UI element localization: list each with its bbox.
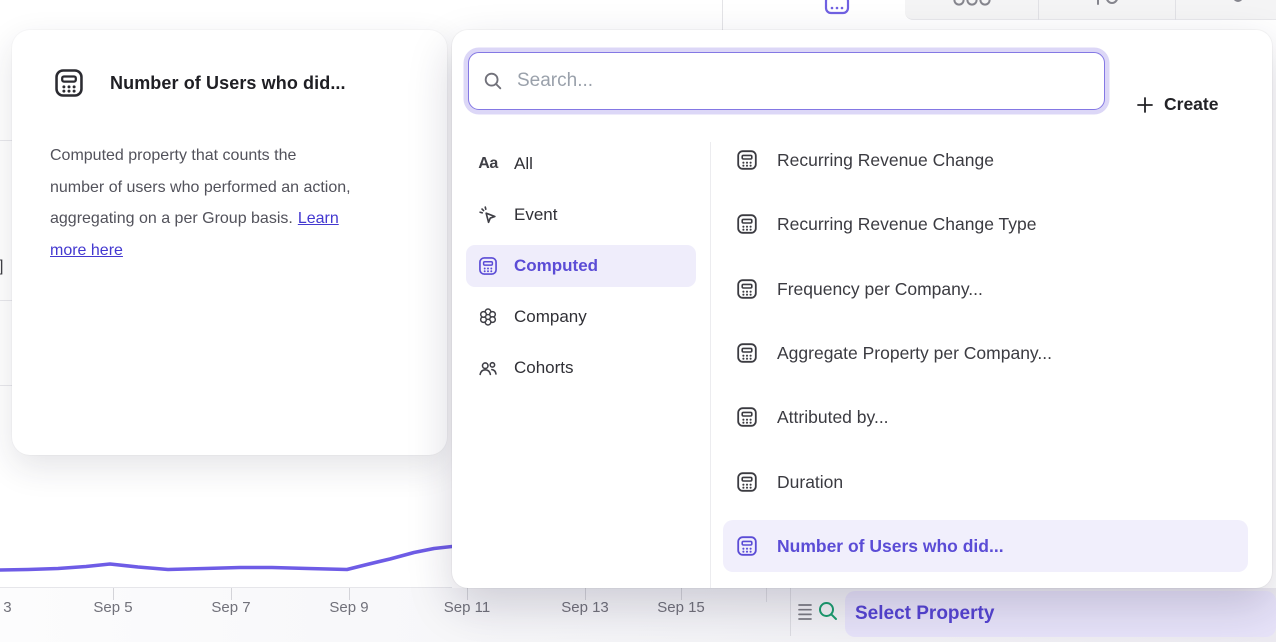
clipped-background-text: y] [0, 258, 3, 276]
property-item-selected[interactable]: Number of Users who did... [723, 520, 1248, 572]
category-label: Cohorts [514, 358, 574, 378]
property-item[interactable]: Frequency per Company... [723, 263, 1248, 315]
category-label: Company [514, 307, 587, 327]
create-button[interactable]: Create [1136, 94, 1218, 115]
property-label: Number of Users who did... [777, 536, 1004, 557]
create-label: Create [1164, 94, 1218, 115]
screen: y] Sep 3 Sep 5 Sep 7 Sep 9 Sep 11 Sep 13… [0, 0, 1276, 642]
text-format-icon: Aa [477, 153, 499, 175]
x-axis-label: Sep 11 [444, 599, 490, 616]
category-computed[interactable]: Computed [466, 245, 696, 287]
calculator-icon [735, 148, 759, 172]
category-label: Computed [514, 256, 598, 276]
property-search-icon [816, 599, 840, 623]
search-input[interactable] [468, 52, 1105, 110]
category-label: Event [514, 205, 557, 225]
plus-icon [1136, 96, 1154, 114]
background-divider [790, 588, 791, 636]
property-label: Recurring Revenue Change [777, 150, 994, 171]
chart-type-tabs [768, 0, 1276, 20]
property-item[interactable]: Duration [723, 456, 1248, 508]
table-chart-icon [823, 0, 851, 18]
property-picker-panel: Create Aa All Event Computed Company Coh… [452, 30, 1272, 588]
property-item[interactable]: Recurring Revenue Change Type [723, 198, 1248, 250]
category-all[interactable]: Aa All [466, 143, 696, 185]
property-label: Frequency per Company... [777, 279, 983, 300]
tab-circles[interactable] [905, 0, 1038, 20]
flag-icon [1231, 0, 1245, 10]
select-property-button[interactable]: Select Property [845, 591, 1276, 637]
category-company[interactable]: Company [466, 296, 696, 338]
x-axis-label: Sep 3 [0, 599, 12, 616]
category-label: All [514, 154, 533, 174]
line-chart [0, 518, 452, 590]
category-cohorts[interactable]: Cohorts [466, 347, 696, 389]
property-label: Attributed by... [777, 407, 889, 428]
property-item[interactable]: Attributed by... [723, 391, 1248, 443]
x-axis-label: Sep 9 [329, 599, 368, 616]
cursor-click-icon [477, 204, 499, 226]
tab-curve[interactable] [1038, 0, 1175, 20]
description-line: aggregating on a per Group basis.Learn [50, 203, 435, 235]
x-axis-label: Sep 7 [211, 599, 250, 616]
calculator-icon [735, 341, 759, 365]
tooltip-title: Number of Users who did... [110, 73, 346, 94]
tooltip-description: Computed property that counts the number… [50, 140, 435, 266]
calculator-icon [477, 255, 499, 277]
background-divider [766, 588, 767, 602]
property-tooltip-card: Number of Users who did... Computed prop… [12, 30, 447, 455]
property-item[interactable]: Recurring Revenue Change [723, 134, 1248, 186]
tab-table-chart[interactable] [768, 0, 905, 20]
company-cluster-icon [477, 306, 499, 328]
calculator-icon [735, 470, 759, 494]
background-divider [722, 0, 723, 30]
background-divider [0, 300, 12, 301]
calculator-icon [735, 277, 759, 301]
category-event[interactable]: Event [466, 194, 696, 236]
tab-flag[interactable] [1175, 0, 1276, 20]
x-axis-label: Sep 13 [561, 599, 609, 616]
description-line: more here [50, 235, 435, 267]
learn-more-link[interactable]: more here [50, 242, 123, 259]
learn-more-link[interactable]: Learn [298, 210, 339, 227]
people-icon [477, 357, 499, 379]
x-axis-label: Sep 5 [93, 599, 132, 616]
calculator-icon [735, 212, 759, 236]
column-divider [710, 142, 711, 588]
property-item[interactable]: Aggregate Property per Company... [723, 327, 1248, 379]
calculator-icon [52, 66, 86, 100]
calculator-icon [735, 534, 759, 558]
x-axis-label: Sep 15 [657, 599, 705, 616]
property-label: Duration [777, 472, 843, 493]
background-divider [0, 385, 12, 386]
circles-icon [952, 0, 992, 10]
description-line: number of users who performed an action, [50, 172, 435, 204]
chart-series-line [0, 547, 452, 571]
curve-icon [1093, 0, 1123, 12]
property-label: Recurring Revenue Change Type [777, 214, 1036, 235]
description-line: Computed property that counts the [50, 140, 435, 172]
select-property-label: Select Property [855, 591, 994, 637]
calculator-icon [735, 405, 759, 429]
property-label: Aggregate Property per Company... [777, 343, 1052, 364]
drag-handle-icon[interactable] [797, 602, 813, 622]
